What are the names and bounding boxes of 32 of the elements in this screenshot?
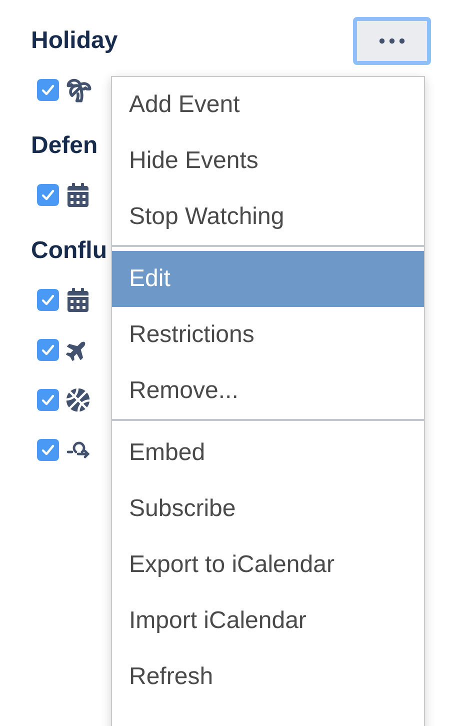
menu-item[interactable]: Stop Watching — [112, 189, 424, 245]
checkmark-icon — [41, 394, 55, 406]
checkmark-icon — [41, 189, 55, 201]
loop-arrow-icon — [66, 439, 92, 461]
calendar-checkbox[interactable] — [37, 339, 59, 361]
more-icon — [379, 38, 405, 44]
menu-item[interactable]: Restrictions — [112, 307, 424, 363]
calendar-checkbox[interactable] — [37, 439, 59, 461]
menu-item[interactable]: Add Event — [112, 77, 424, 133]
menu-item[interactable]: Export to iCalendar — [112, 537, 424, 593]
menu-item[interactable]: Import iCalendar — [112, 593, 424, 649]
checkmark-icon — [41, 84, 55, 96]
checkmark-icon — [41, 344, 55, 356]
more-button[interactable] — [353, 17, 431, 65]
calendar-checkbox[interactable] — [37, 289, 59, 311]
menu-item[interactable]: Refresh — [112, 649, 424, 705]
menu-item[interactable]: Subscribe — [112, 481, 424, 537]
calendar-group-heading: Conflu — [31, 237, 107, 265]
palm-tree-icon — [66, 77, 92, 103]
calendar-icon — [66, 183, 90, 207]
checkmark-icon — [41, 444, 55, 456]
calendar-checkbox[interactable] — [37, 79, 59, 101]
menu-item[interactable]: Embed — [112, 425, 424, 481]
calendar-group-heading: Holiday — [31, 27, 118, 55]
checkmark-icon — [41, 294, 55, 306]
calendar-group-heading: Defen — [31, 132, 98, 160]
menu-item[interactable]: Hide Events — [112, 133, 424, 189]
calendar-icon — [66, 288, 90, 312]
calendar-checkbox[interactable] — [37, 184, 59, 206]
menu-item[interactable]: Remove... — [112, 363, 424, 419]
calendar-checkbox[interactable] — [37, 389, 59, 411]
basketball-icon — [66, 388, 90, 412]
